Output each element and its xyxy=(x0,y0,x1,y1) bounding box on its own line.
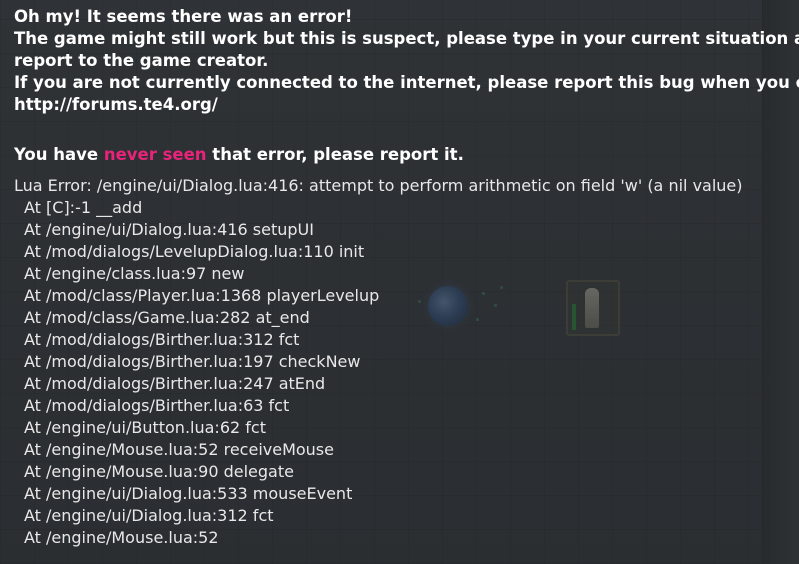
traceback-line: At /mod/dialogs/Birther.lua:63 fct xyxy=(24,396,290,415)
error-instructions-line1: The game might still work but this is su… xyxy=(14,29,799,48)
error-instructions-line2: report to the game creator. xyxy=(14,51,269,70)
traceback-line: At /mod/dialogs/LevelupDialog.lua:110 in… xyxy=(24,242,365,261)
traceback-line: At /engine/ui/Dialog.lua:416 setupUI xyxy=(24,220,314,239)
forum-link[interactable]: http://forums.te4.org/ xyxy=(14,94,799,116)
traceback-line: At /engine/Mouse.lua:52 receiveMouse xyxy=(24,440,334,459)
seen-suffix: that error, please report it. xyxy=(206,145,464,164)
error-title: Oh my! It seems there was an error! xyxy=(14,7,353,26)
traceback-line: At /mod/dialogs/Birther.lua:312 fct xyxy=(24,330,300,349)
traceback-line: At /engine/ui/Dialog.lua:312 fct xyxy=(24,506,274,525)
traceback-list: At [C]:-1 __add At /engine/ui/Dialog.lua… xyxy=(14,197,799,549)
traceback-line: At /engine/class.lua:97 new xyxy=(24,264,245,283)
traceback-line: At /engine/ui/Button.lua:62 fct xyxy=(24,418,266,437)
lua-error-block: Lua Error: /engine/ui/Dialog.lua:416: at… xyxy=(14,175,799,549)
traceback-line: At /mod/class/Game.lua:282 at_end xyxy=(24,308,310,327)
traceback-line: At /engine/ui/Dialog.lua:533 mouseEvent xyxy=(24,484,353,503)
seen-highlight: never seen xyxy=(103,145,207,164)
error-offline-line: If you are not currently connected to th… xyxy=(14,73,799,92)
traceback-line: At [C]:-1 __add xyxy=(24,198,143,217)
traceback-line: At /engine/Mouse.lua:90 delegate xyxy=(24,462,294,481)
traceback-line: At /mod/class/Player.lua:1368 playerLeve… xyxy=(24,286,380,305)
traceback-line: At /mod/dialogs/Birther.lua:247 atEnd xyxy=(24,374,326,393)
traceback-line: At /engine/Mouse.lua:52 xyxy=(24,528,219,547)
seen-prefix: You have xyxy=(14,145,104,164)
error-seen-notice: You have never seen that error, please r… xyxy=(14,144,799,166)
error-dialog: Oh my! It seems there was an error! The … xyxy=(14,0,799,549)
lua-error-message: Lua Error: /engine/ui/Dialog.lua:416: at… xyxy=(14,176,743,195)
traceback-line: At /mod/dialogs/Birther.lua:197 checkNew xyxy=(24,352,361,371)
